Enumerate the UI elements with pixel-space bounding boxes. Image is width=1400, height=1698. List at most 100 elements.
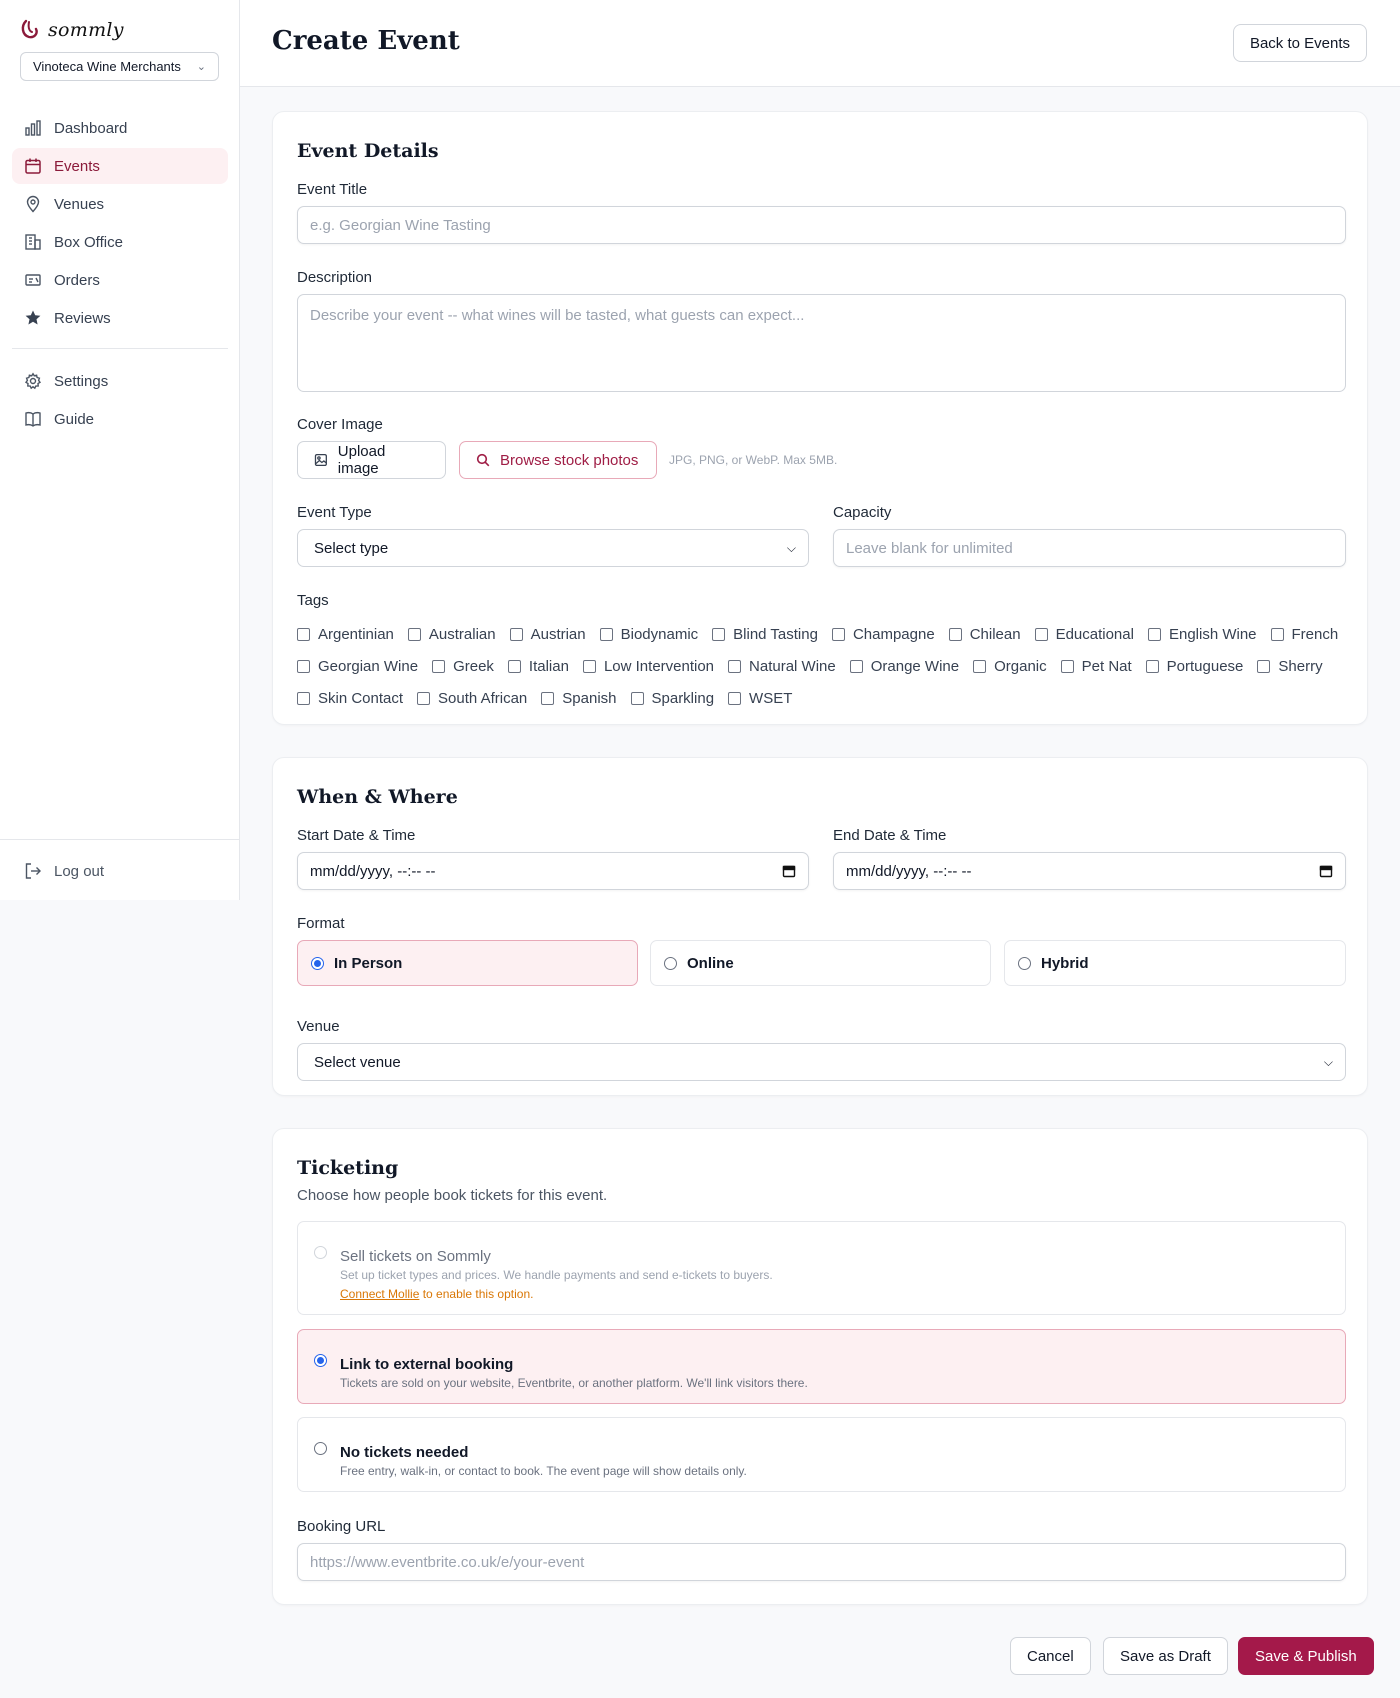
brand-name: sommly [48, 19, 124, 41]
calendar-icon[interactable] [782, 864, 796, 878]
radio-button[interactable] [311, 956, 324, 970]
sidebar-item-venues[interactable]: Venues [12, 186, 228, 222]
save-draft-button[interactable]: Save as Draft [1103, 1637, 1228, 1675]
tag-checkbox-item[interactable]: Educational [1034, 624, 1134, 644]
tag-checkbox-item[interactable]: Skin Contact [297, 688, 403, 708]
format-option-in-person[interactable]: In Person [297, 940, 638, 986]
checkbox[interactable] [1270, 627, 1284, 641]
tag-checkbox-item[interactable]: Austrian [509, 624, 586, 644]
capacity-input[interactable]: Leave blank for unlimited [833, 529, 1346, 567]
ticket-option-no-tickets[interactable]: No tickets needed Free entry, walk-in, o… [297, 1417, 1346, 1492]
tag-checkbox-item[interactable]: Georgian Wine [297, 656, 418, 676]
ticket-option-external-booking[interactable]: Link to external booking Tickets are sol… [297, 1329, 1346, 1404]
checkbox[interactable] [831, 627, 845, 641]
sidebar-item-guide[interactable]: Guide [12, 401, 228, 437]
tag-label: Natural Wine [749, 657, 836, 675]
checkbox[interactable] [297, 627, 310, 641]
checkbox[interactable] [407, 627, 421, 641]
browse-stock-label: Browse stock photos [500, 451, 639, 469]
save-publish-button[interactable]: Save & Publish [1238, 1637, 1374, 1675]
tag-label: Spanish [562, 689, 617, 707]
checkbox[interactable] [712, 627, 726, 641]
checkbox[interactable] [417, 691, 431, 705]
tag-checkbox-item[interactable]: Orange Wine [849, 656, 959, 676]
format-option-hybrid[interactable]: Hybrid [1004, 940, 1346, 986]
tag-checkbox-item[interactable]: Spanish [541, 688, 617, 708]
checkbox[interactable] [1060, 659, 1074, 673]
checkbox[interactable] [728, 659, 742, 673]
org-switcher[interactable]: Vinoteca Wine Merchants ⌄ [20, 52, 219, 81]
sidebar-item-reviews[interactable]: Reviews [12, 300, 228, 336]
format-label: Format [297, 915, 345, 932]
tag-checkbox-item[interactable]: Pet Nat [1060, 656, 1132, 676]
sidebar-item-settings[interactable]: Settings [12, 363, 228, 399]
sidebar-item-label: Guide [54, 410, 95, 428]
checkbox[interactable] [948, 627, 962, 641]
radio-button[interactable] [664, 956, 677, 970]
tag-label: South African [438, 689, 528, 707]
option-title: No tickets needed [340, 1444, 469, 1461]
checkbox[interactable] [630, 691, 644, 705]
calendar-icon[interactable] [1319, 864, 1333, 878]
sidebar-item-dashboard[interactable]: Dashboard [12, 110, 228, 146]
tag-checkbox-item[interactable]: South African [417, 688, 527, 708]
tag-checkbox-item[interactable]: Greek [432, 656, 494, 676]
radio-button[interactable] [314, 1354, 327, 1367]
checkbox[interactable] [728, 691, 742, 705]
booking-url-input[interactable]: https://www.eventbrite.co.uk/e/your-even… [297, 1543, 1346, 1581]
option-description: Set up ticket types and prices. We handl… [340, 1268, 773, 1282]
checkbox[interactable] [1145, 659, 1159, 673]
checkbox[interactable] [849, 659, 863, 673]
sidebar-item-orders[interactable]: Orders [12, 262, 228, 298]
checkbox[interactable] [599, 627, 613, 641]
checkbox[interactable] [1034, 627, 1048, 641]
connect-mollie-link[interactable]: Connect Mollie [340, 1287, 419, 1301]
checkbox[interactable] [1147, 627, 1161, 641]
radio-button[interactable] [314, 1442, 327, 1455]
logout-button[interactable]: Log out [0, 854, 240, 888]
upload-image-button[interactable]: Upload image [297, 441, 446, 479]
checkbox[interactable] [541, 691, 555, 705]
tag-checkbox-item[interactable]: Italian [507, 656, 569, 676]
checkbox[interactable] [297, 659, 310, 673]
tag-checkbox-item[interactable]: English Wine [1147, 624, 1257, 644]
tag-label: Champagne [852, 625, 935, 643]
checkbox[interactable] [507, 659, 521, 673]
tag-checkbox-item[interactable]: Chilean [948, 624, 1021, 644]
event-title-input[interactable]: e.g. Georgian Wine Tasting [297, 206, 1346, 244]
tag-checkbox-item[interactable]: Low Intervention [582, 656, 714, 676]
checkbox[interactable] [509, 627, 523, 641]
back-to-events-button[interactable]: Back to Events [1232, 24, 1367, 62]
tag-checkbox-item[interactable]: Sherry [1257, 656, 1323, 676]
tag-checkbox-item[interactable]: Champagne [831, 624, 935, 644]
browse-stock-photos-button[interactable]: Browse stock photos [459, 441, 657, 479]
tag-checkbox-item[interactable]: Sparkling [630, 688, 714, 708]
description-textarea[interactable]: Describe your event -- what wines will b… [297, 294, 1346, 392]
tag-checkbox-item[interactable]: French [1270, 624, 1338, 644]
brand-logo[interactable]: sommly [20, 18, 124, 42]
venue-select[interactable]: Select venue ⌵ [297, 1043, 1346, 1081]
checkbox[interactable] [582, 659, 596, 673]
end-date-input[interactable]: mm/dd/yyyy, --:-- -- [833, 852, 1346, 890]
org-name: Vinoteca Wine Merchants [33, 59, 181, 74]
tag-checkbox-item[interactable]: Organic [973, 656, 1047, 676]
tag-checkbox-item[interactable]: WSET [728, 688, 792, 708]
tag-checkbox-item[interactable]: Argentinian [297, 624, 394, 644]
event-type-label: Event Type [297, 504, 372, 521]
event-type-select[interactable]: Select type ⌵ [297, 529, 809, 567]
sidebar-item-box-office[interactable]: Box Office [12, 224, 228, 260]
format-option-online[interactable]: Online [650, 940, 991, 986]
radio-button[interactable] [1018, 956, 1031, 970]
tag-checkbox-item[interactable]: Biodynamic [599, 624, 698, 644]
tag-checkbox-item[interactable]: Natural Wine [728, 656, 836, 676]
cancel-button[interactable]: Cancel [1010, 1637, 1091, 1675]
tag-checkbox-item[interactable]: Blind Tasting [712, 624, 818, 644]
start-date-input[interactable]: mm/dd/yyyy, --:-- -- [297, 852, 809, 890]
sidebar-item-events[interactable]: Events [12, 148, 228, 184]
checkbox[interactable] [1257, 659, 1271, 673]
tag-checkbox-item[interactable]: Portuguese [1145, 656, 1243, 676]
checkbox[interactable] [973, 659, 987, 673]
checkbox[interactable] [432, 659, 446, 673]
checkbox[interactable] [297, 691, 310, 705]
tag-checkbox-item[interactable]: Australian [407, 624, 496, 644]
